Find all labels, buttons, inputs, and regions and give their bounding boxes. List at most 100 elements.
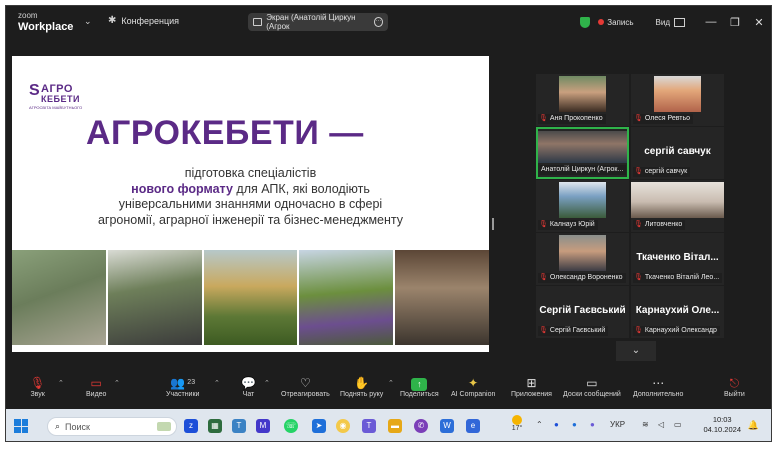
audio-options-caret[interactable]: ⌃ [58,379,64,387]
teams-alt-taskbar-icon[interactable]: T [362,419,376,433]
participant-tile[interactable]: 🎙 Литовченко [631,180,724,232]
zoom-tray-icon[interactable]: ● [554,420,559,429]
participants-options-caret[interactable]: ⌃ [214,379,220,387]
react-button[interactable]: ♡ Отреагировать [281,375,330,398]
hand-icon: ✋ [354,376,370,390]
whatsapp-taskbar-icon[interactable]: ☏ [284,419,298,433]
raise-hand-options-caret[interactable]: ⌃ [388,379,394,387]
whiteboards-button[interactable]: ▭ Доски сообщений [563,375,621,398]
record-indicator[interactable]: Запись [598,18,634,27]
participant-tile[interactable]: 🎙 Олеся Ревтьо [631,74,724,126]
share-button[interactable]: ↑ Поделиться [400,375,439,398]
store-taskbar-icon[interactable]: ▦ [208,419,222,433]
app-taskbar-icon[interactable]: M [256,419,270,433]
tray-language[interactable]: УКР [610,420,625,429]
conference-label: Конференция [121,15,180,26]
photo-students-group [107,250,202,345]
minimize-icon[interactable]: — [699,16,723,28]
weather-widget[interactable]: 17° [507,415,527,432]
logo-line-2: КЕБЕТИ [41,94,80,104]
raise-hand-button[interactable]: ✋ Поднять руку [340,375,383,398]
more-button[interactable]: ⋯ Дополнительно [633,375,683,398]
view-button[interactable]: Вид [655,17,685,27]
zoom-logo[interactable]: zoom Workplace [18,11,73,33]
close-icon[interactable]: ✕ [747,16,771,29]
taskbar-clock[interactable]: 10:03 04.10.2024 [703,415,741,435]
chrome-taskbar-icon[interactable]: ◉ [336,419,350,433]
participant-label: Ткаченко Віталій Лео... [644,274,720,281]
participant-big-name: Сергій Гаєвський [539,305,626,316]
telegram-tray-icon[interactable]: ● [572,420,577,429]
word-taskbar-icon[interactable]: W [440,419,454,433]
search-highlight-icon [157,422,171,431]
react-label: Отреагировать [281,391,330,398]
participant-tile[interactable]: 🎙 Калнауз Юрій [536,180,629,232]
share-label: Поделиться [400,391,439,398]
share-screen-icon: ↑ [400,375,439,391]
chat-options-caret[interactable]: ⌃ [264,379,270,387]
chat-icon: 💬 [241,376,256,390]
participant-tile[interactable]: сергій савчук 🎙 сергій савчук [631,127,724,179]
audio-button[interactable]: 🎙 Звук [30,375,45,398]
participant-name: 🎙 Аня Прокопенко [538,114,606,124]
photo-classroom [395,250,489,345]
mic-muted-icon: 🎙 [634,327,643,334]
battery-icon[interactable]: ▭ [674,420,682,429]
participants-button[interactable]: 👥 23 Участники [166,375,199,398]
participant-label: Олександр Вороненко [549,274,623,281]
subtext-line-2-rest: для АПК, які володіють [232,181,370,196]
edge-taskbar-icon[interactable]: e [466,419,480,433]
speaker-icon[interactable]: ◁ [658,420,664,429]
participants-count: 23 [187,379,196,386]
teams-tray-icon[interactable]: ● [590,420,595,429]
participant-tile-active-speaker[interactable]: Анатолій Циркун (Агрок... [536,127,629,179]
notification-bell-icon[interactable]: 🔔 [748,420,759,431]
viber-taskbar-icon[interactable]: ✆ [414,419,428,433]
participant-tile[interactable]: Карнаухий Оле... 🎙 Карнаухий Олександр [631,286,724,338]
restore-icon[interactable]: ❐ [723,16,747,29]
screen-share-indicator[interactable]: Экран (Анатолій Циркун (Агрок ··· [248,13,388,31]
participant-video [631,182,724,218]
mic-muted-icon: 🎙 [634,221,643,228]
participant-label: Литовченко [644,221,683,228]
participant-tile[interactable]: 🎙 Аня Прокопенко [536,74,629,126]
chat-button[interactable]: 💬 Чат [241,375,256,398]
taskbar-search[interactable]: ⌕ Поиск [47,417,177,436]
gallery-next-page-button[interactable]: ⌄ [616,341,656,361]
windows-start-icon[interactable] [14,419,28,433]
paw-icon: ✱ [108,15,117,26]
title-bar-right: Запись Вид — ❐ ✕ [580,6,771,38]
video-button[interactable]: ▭ Видео [86,375,106,398]
logo-mark-icon: S [29,82,40,99]
view-label: Вид [655,17,670,27]
participant-tile[interactable]: Ткаченко Вітал... 🎙 Ткаченко Віталій Лео.… [631,233,724,285]
more-icon: ⋯ [652,376,665,390]
more-icon[interactable]: ··· [373,17,384,27]
wifi-icon[interactable]: ≋ [642,420,649,429]
participant-gallery: 🎙 Аня Прокопенко 🎙 Олеся Ревтьо Анатолій Ц… [536,74,724,338]
panel-splitter[interactable] [492,218,494,230]
tray-chevron-icon[interactable]: ⌃ [536,420,543,429]
subtext-line-3: універсальними знаннями одночасно в сфер… [118,197,383,211]
video-options-caret[interactable]: ⌃ [114,379,120,387]
video-label: Видео [86,391,107,398]
zoom-taskbar-icon[interactable]: z [184,419,198,433]
participant-label: Сергій Гаєвський [549,327,606,334]
participant-name: 🎙 Калнауз Юрій [538,220,598,230]
sparkle-icon: ✦ [468,376,479,390]
slide-subtext: підготовка спеціалістів нового формату д… [12,166,489,228]
shield-icon[interactable] [580,16,591,28]
leave-button[interactable]: ⎋ Выйти [724,375,745,398]
apps-button[interactable]: ⊞ Приложения [511,375,552,398]
teams-taskbar-icon[interactable]: T [232,419,246,433]
audio-label: Звук [30,391,45,398]
mic-muted-icon: 🎙 [634,115,643,122]
telegram-taskbar-icon[interactable]: ➤ [312,419,326,433]
chevron-down-icon[interactable]: ⌄ [84,16,92,27]
participant-tile[interactable]: Сергій Гаєвський 🎙 Сергій Гаєвський [536,286,629,338]
conference-menu[interactable]: ✱ Конференция [108,15,179,26]
ai-companion-button[interactable]: ✦ AI Companion [451,375,495,398]
participant-tile[interactable]: 🎙 Олександр Вороненко [536,233,629,285]
record-dot-icon [598,19,605,25]
explorer-taskbar-icon[interactable]: ▬ [388,419,402,433]
